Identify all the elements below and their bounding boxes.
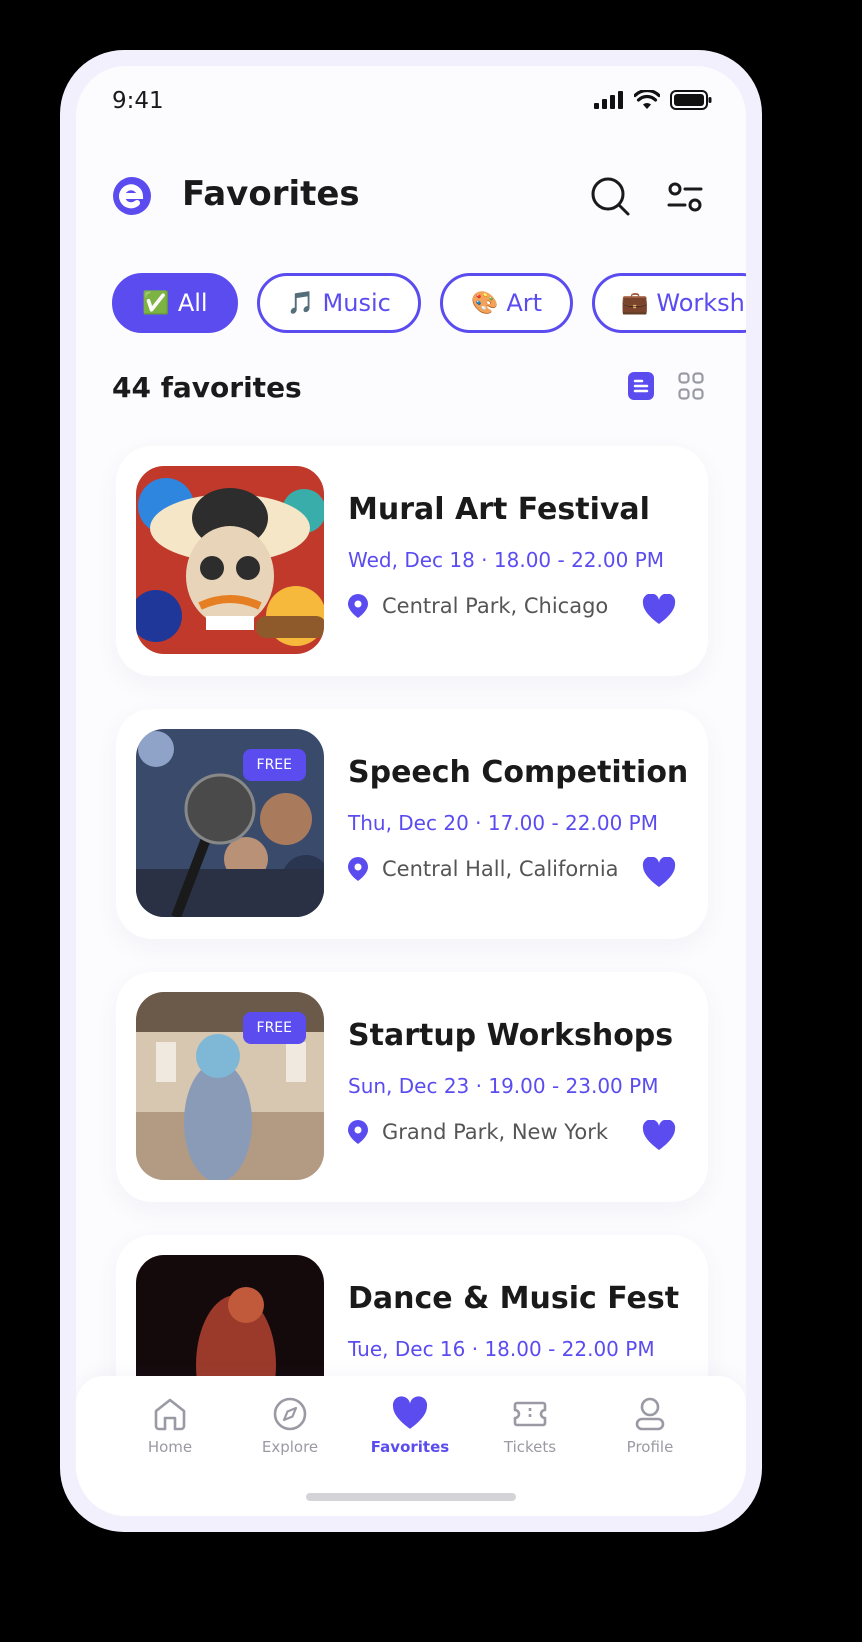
- search-icon: [591, 177, 630, 216]
- event-title: Dance & Music Fest: [348, 1281, 680, 1316]
- free-badge: FREE: [242, 1012, 306, 1044]
- event-image: [136, 466, 324, 654]
- filter-icon: [667, 182, 703, 212]
- event-title: Speech Competition: [348, 755, 689, 790]
- status-time: 9:41: [112, 88, 164, 114]
- free-badge: FREE: [242, 749, 306, 781]
- event-title: Mural Art Festival: [348, 492, 650, 527]
- location-pin-icon: [348, 857, 368, 881]
- nav-label: Home: [147, 1438, 193, 1456]
- nav-label: Tickets: [503, 1438, 557, 1456]
- location-text: Central Park, Chicago: [382, 594, 609, 618]
- location-text: Central Hall, California: [382, 857, 619, 881]
- battery-icon: [670, 90, 712, 110]
- chip-workshops[interactable]: 💼 Worksho: [592, 273, 746, 333]
- heart-icon[interactable]: [642, 1120, 676, 1152]
- chip-art[interactable]: 🎨 Art: [440, 273, 573, 333]
- chip-label: Music: [322, 289, 391, 317]
- signal-icon: [594, 91, 623, 109]
- event-date: Wed, Dec 18 · 18.00 - 22.00 PM: [348, 548, 665, 572]
- location-pin-icon: [348, 594, 368, 618]
- app-screen: 9:41 Favorites ✅ All 🎵 Music 🎨 Art 💼 Wor…: [76, 66, 746, 1516]
- nav-favorites[interactable]: Favorites: [360, 1396, 460, 1456]
- nav-home[interactable]: Home: [120, 1396, 220, 1456]
- event-location: Central Park, Chicago: [348, 594, 608, 618]
- heart-icon[interactable]: [642, 857, 676, 889]
- chip-label: Art: [506, 289, 543, 317]
- home-indicator: [306, 1493, 516, 1501]
- nav-label: Explore: [261, 1438, 319, 1456]
- event-title: Startup Workshops: [348, 1018, 674, 1053]
- nav-explore[interactable]: Explore: [240, 1396, 340, 1456]
- event-date: Thu, Dec 20 · 17.00 - 22.00 PM: [348, 811, 658, 835]
- nav-tickets[interactable]: Tickets: [480, 1396, 580, 1456]
- nav-label: Profile: [626, 1438, 674, 1456]
- location-text: Grand Park, New York: [382, 1120, 608, 1144]
- event-card[interactable]: FREE Startup Workshops Sun, Dec 23 · 19.…: [116, 972, 708, 1202]
- search-button[interactable]: [588, 174, 634, 220]
- filter-chips: ✅ All 🎵 Music 🎨 Art 💼 Worksho: [112, 273, 746, 333]
- home-icon: [154, 1398, 186, 1431]
- event-location: Grand Park, New York: [348, 1120, 608, 1144]
- page-title: Favorites: [182, 174, 360, 214]
- heart-icon[interactable]: [642, 594, 676, 626]
- favorites-count: 44 favorites: [112, 371, 302, 404]
- chip-all[interactable]: ✅ All: [112, 273, 238, 333]
- event-date: Sun, Dec 23 · 19.00 - 23.00 PM: [348, 1074, 659, 1098]
- palette-icon: 🎨: [470, 290, 499, 316]
- event-card[interactable]: FREE Speech Competition Thu, Dec 20 · 17…: [116, 709, 708, 939]
- grid-view-icon[interactable]: [678, 372, 704, 400]
- heart-icon: [392, 1396, 428, 1429]
- event-location: Central Hall, California: [348, 857, 619, 881]
- app-logo-icon: [113, 177, 151, 215]
- chip-label: All: [177, 289, 208, 317]
- event-card[interactable]: Mural Art Festival Wed, Dec 18 · 18.00 -…: [116, 446, 708, 676]
- status-icons: [594, 90, 712, 110]
- event-image: FREE: [136, 729, 324, 917]
- ticket-icon: [513, 1401, 547, 1427]
- list-view-icon[interactable]: [628, 372, 654, 400]
- user-icon: [635, 1397, 665, 1431]
- filter-button[interactable]: [662, 174, 708, 220]
- briefcase-icon: 💼: [621, 290, 649, 316]
- event-date: Tue, Dec 16 · 18.00 - 22.00 PM: [348, 1337, 655, 1361]
- music-note-icon: 🎵: [287, 290, 315, 316]
- chip-label: Worksho: [656, 289, 746, 317]
- wifi-icon: [634, 90, 660, 109]
- nav-profile[interactable]: Profile: [600, 1396, 700, 1456]
- chip-music[interactable]: 🎵 Music: [257, 273, 421, 333]
- location-pin-icon: [348, 1120, 368, 1144]
- compass-icon: [273, 1397, 307, 1431]
- event-image: FREE: [136, 992, 324, 1180]
- check-icon: ✅: [142, 290, 170, 316]
- nav-label: Favorites: [370, 1438, 450, 1456]
